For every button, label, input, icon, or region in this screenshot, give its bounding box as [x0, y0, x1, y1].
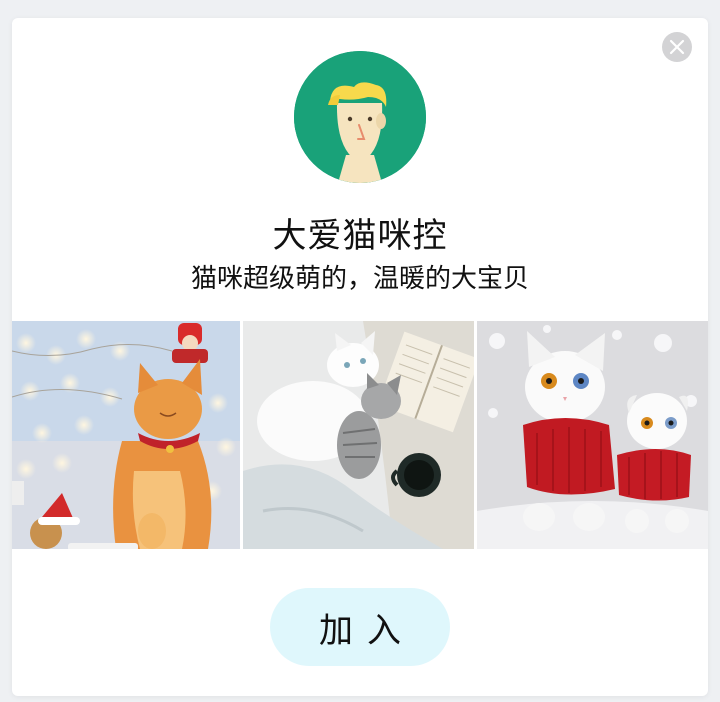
photo-orange-cat[interactable]: [12, 321, 240, 549]
group-invite-card: 大爱猫咪控 猫咪超级萌的，温暖的大宝贝 加入: [12, 18, 708, 696]
close-button[interactable]: [662, 32, 692, 62]
group-avatar: [294, 51, 426, 183]
close-icon: [669, 39, 685, 55]
photo-strip: [12, 321, 708, 549]
photo-white-cats-red-sweaters[interactable]: [477, 321, 708, 549]
cartoon-man-avatar-icon: [294, 51, 426, 183]
join-button[interactable]: 加入: [270, 588, 450, 666]
photo-white-and-tabby-cats[interactable]: [243, 321, 474, 549]
group-description: 猫咪超级萌的，温暖的大宝贝: [190, 264, 529, 294]
group-title: 大爱猫咪控: [272, 216, 448, 256]
